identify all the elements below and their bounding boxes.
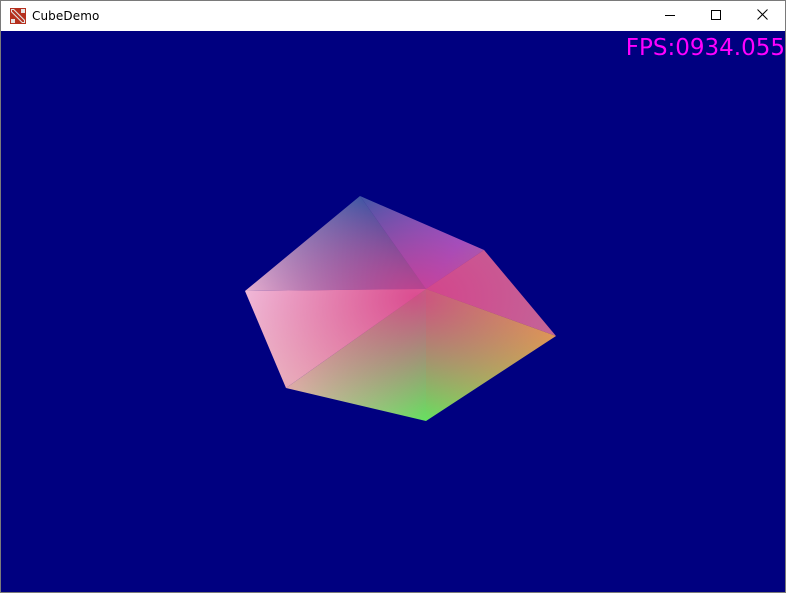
render-viewport[interactable]: FPS:0934.055 [1,31,785,592]
maximize-button[interactable] [693,1,739,31]
dota-logo-icon [10,8,26,24]
window-title: CubeDemo [32,9,100,23]
close-button[interactable] [739,1,785,31]
close-icon [756,7,768,25]
title-bar[interactable]: CubeDemo [1,1,785,31]
fps-counter: FPS:0934.055 [625,35,785,61]
minimize-icon [665,7,675,25]
minimize-button[interactable] [647,1,693,31]
app-window: CubeDemo FPS:0934.055 [0,0,786,593]
rotating-color-cube [245,196,556,421]
window-controls [647,1,785,31]
maximize-icon [711,7,721,25]
